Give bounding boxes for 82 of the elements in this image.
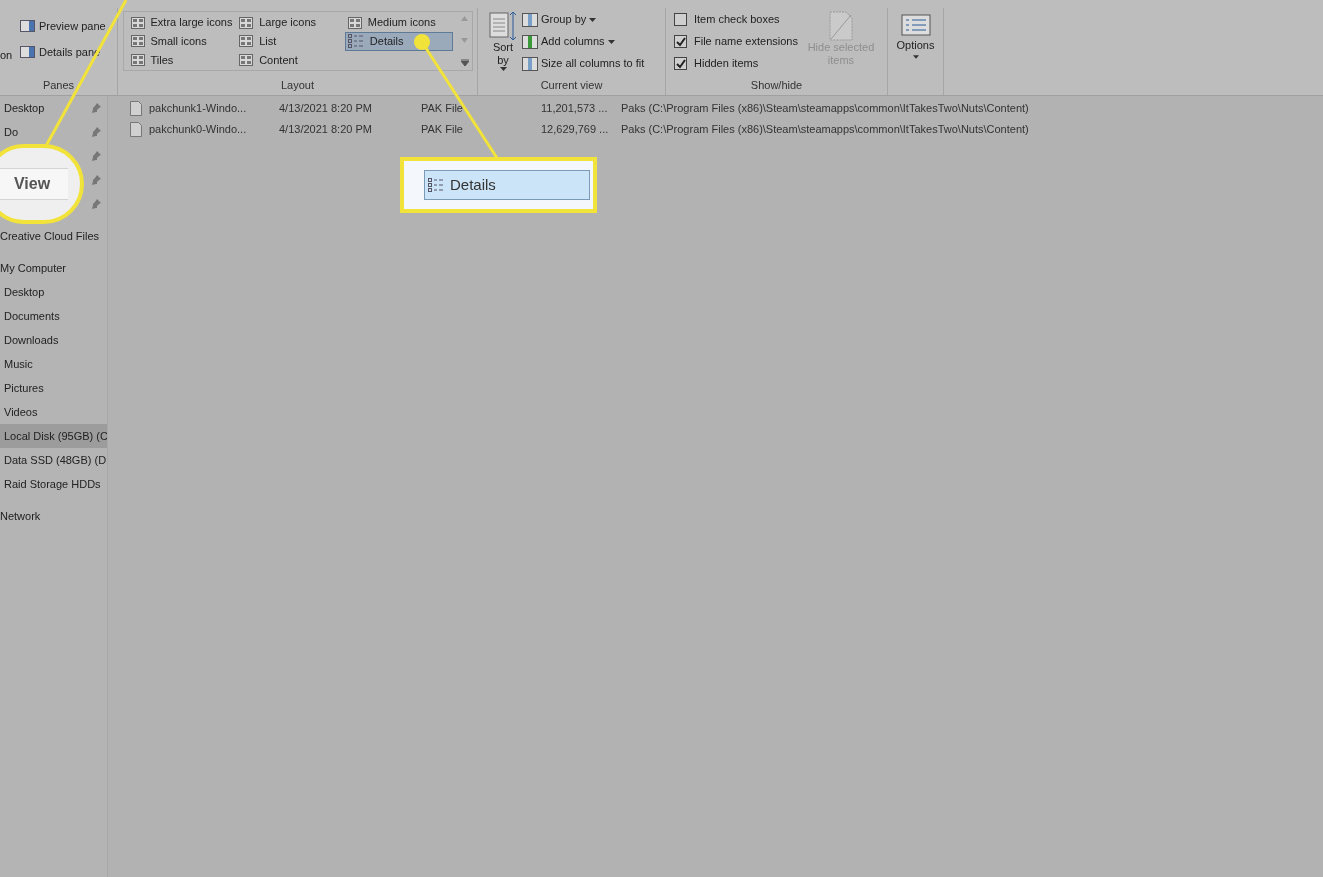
nav-item[interactable]: Videos [0,400,107,424]
file-name[interactable]: pakchunk1-Windo... [149,100,279,117]
checkbox-option[interactable]: Item check boxes [674,11,798,28]
columns-icon [522,34,538,49]
caret-icon [607,39,615,44]
layout-option[interactable]: Details [344,31,454,51]
checkbox-label: Item check boxes [694,12,780,28]
checkbox-label: File name extensions [694,34,798,50]
pin-icon [91,103,101,113]
folder-cell-text: Paks (C:\Program Files (x86)\Steam\steamapps\common\ItTakesTwo\Nuts\Content) [621,122,1029,138]
date-cell-text: 4/13/2021 8:20 PM [279,122,373,138]
pane-icon [20,20,35,33]
date-cell-text: 4/13/2021 8:20 PM [279,101,373,117]
pin-icon [91,127,101,137]
options-button[interactable]: Options [888,8,943,59]
file-icon [130,122,142,137]
file-name[interactable]: pakchunk0-Windo... [149,121,279,138]
details-option[interactable]: Details [424,170,590,200]
file-icon [130,101,142,116]
layout-option[interactable]: List [236,31,345,51]
nav-item[interactable]: Downloads [0,328,107,352]
layout-icon [239,53,254,66]
caret-icon [589,17,597,22]
layout-icon [130,16,145,29]
nav-item[interactable]: Desktop [0,280,107,304]
details-list-icon [347,34,364,49]
columns-icon [522,56,538,71]
view-command[interactable]: Size all columns to fit [522,55,645,72]
group-label: Current view [539,77,604,93]
type-cell-text: PAK File [421,122,464,138]
nav-item[interactable]: Network [0,504,107,528]
group-label: Layout [281,77,314,93]
expand-gallery-icon[interactable] [460,59,469,66]
layout-icon [239,16,254,29]
caret-icon [912,55,919,59]
layout-icon [130,35,145,48]
view-command[interactable]: Add columns [522,33,645,50]
layout-icon [347,16,362,29]
pin-icon [91,175,101,185]
pin-icon [91,199,101,209]
quick-access-item[interactable]: Desktop [4,99,45,117]
checkbox-option[interactable]: Hidden items [674,55,798,72]
nav-item[interactable]: Pictures [0,376,107,400]
quick-access-item[interactable]: Do [4,123,19,141]
pane-icon [20,45,35,58]
checkbox[interactable] [674,57,687,70]
layout-option[interactable]: Content [236,50,345,70]
checkbox-label: Hidden items [694,56,759,72]
layout-option[interactable]: Large icons [236,13,345,32]
view-command[interactable]: Group by [522,11,645,28]
nav-item[interactable]: Local Disk (95GB) (C [0,424,107,448]
group-label: Panes [41,77,76,93]
nav-item[interactable]: My Computer [0,256,107,280]
sort-icon [489,11,517,41]
layout-option[interactable]: Small icons [127,31,237,51]
checkbox[interactable] [674,35,687,48]
pin-icon [91,151,101,161]
layout-icon [239,35,254,48]
layout-option[interactable]: Medium icons [344,13,454,32]
caret-icon [499,67,507,71]
layout-icon [130,53,145,66]
checkbox-option[interactable]: File name extensions [674,33,798,50]
nav-item[interactable]: Music [0,352,107,376]
size-cell-text: 12,629,769 ... [541,122,610,138]
group-label: Show/hide [749,77,804,93]
details-list-icon [428,178,444,192]
layout-option[interactable]: Extra large icons [127,13,237,32]
navigation-pane-button[interactable]: on [0,47,20,64]
options-icon [900,14,931,36]
nav-item[interactable]: Raid Storage HDDs [0,472,107,496]
layout-option[interactable]: Tiles [127,50,237,70]
size-cell-text: 11,201,573 ... [541,101,609,117]
columns-icon [522,12,538,27]
pane-button[interactable]: Preview pane [20,18,106,35]
nav-item[interactable]: Documents [0,304,107,328]
document-icon [828,11,853,41]
checkbox[interactable] [674,13,687,26]
sort-by-button[interactable]: Sort by [488,11,518,77]
folder-cell-text: Paks (C:\Program Files (x86)\Steam\steamapps\common\ItTakesTwo\Nuts\Content) [621,101,1029,117]
view-tab[interactable]: View [0,168,68,200]
type-cell-text: PAK File [421,101,464,117]
nav-item[interactable]: Creative Cloud Files [0,224,107,248]
